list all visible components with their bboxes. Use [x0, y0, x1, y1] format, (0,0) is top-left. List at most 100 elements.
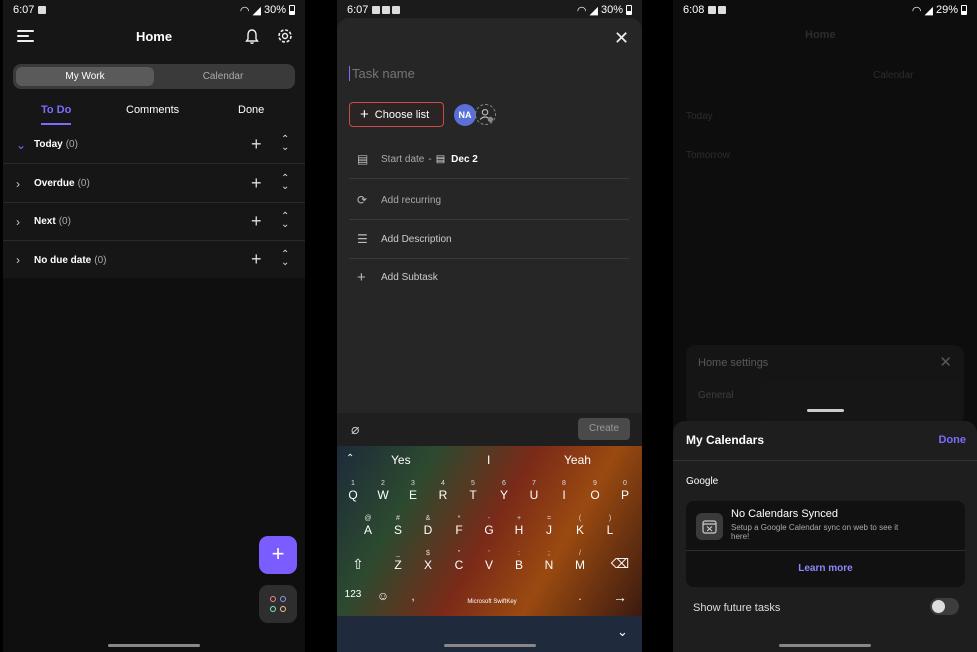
backspace-icon[interactable]: ⌫ — [605, 556, 635, 572]
key-o[interactable]: 9O — [580, 480, 610, 502]
key-l[interactable]: ) L — [595, 515, 625, 537]
key-d[interactable]: & D — [413, 515, 443, 537]
gesture-bar[interactable] — [779, 644, 871, 647]
section-overdue[interactable]: › Overdue (0) + ⌃ ⌄ — [3, 165, 305, 203]
key-g[interactable]: -G — [474, 515, 504, 537]
tab-comments[interactable]: Comments — [126, 104, 179, 116]
shift-icon[interactable]: ⇧ — [343, 556, 373, 573]
my-calendars-sheet: My Calendars Done Google No Calendars Sy… — [673, 421, 977, 652]
key-t[interactable]: 5T — [458, 480, 488, 502]
key-q[interactable]: 1Q — [338, 480, 368, 502]
chevron-down-icon[interactable]: ⌄ — [16, 138, 30, 152]
gesture-bar[interactable] — [108, 644, 200, 647]
battery-icon — [626, 5, 632, 15]
key-comma[interactable]: , — [398, 589, 428, 603]
key-u[interactable]: 7U — [519, 480, 549, 502]
enter-icon[interactable]: → — [605, 589, 635, 605]
repeat-icon: ⟳ — [357, 193, 368, 207]
key-p[interactable]: 0P — [610, 480, 640, 502]
key-y[interactable]: 6Y — [489, 480, 519, 502]
key-b[interactable]: :B — [504, 550, 534, 572]
drag-handle[interactable] — [807, 409, 844, 412]
key-m[interactable]: / M — [565, 550, 595, 572]
key-s[interactable]: # S — [383, 515, 413, 537]
task-name-input[interactable] — [349, 66, 589, 81]
show-future-toggle[interactable] — [930, 598, 959, 615]
key-k[interactable]: (K — [565, 515, 595, 537]
key-123[interactable]: 123 — [338, 589, 368, 600]
avatar[interactable]: NA — [454, 104, 476, 126]
section-next[interactable]: › Next (0) + ⌃ ⌄ — [3, 203, 305, 241]
add-description-row[interactable]: ☰ Add Description — [349, 220, 629, 259]
close-icon[interactable]: ✕ — [614, 28, 629, 49]
key-c[interactable]: " C — [444, 550, 474, 572]
bg-tab: Calendar — [873, 70, 914, 81]
section-label: Today — [34, 139, 63, 150]
add-assignee-icon[interactable] — [475, 104, 496, 125]
key-w[interactable]: 2W — [368, 480, 398, 502]
sort-icon[interactable]: ⌃ ⌄ — [281, 250, 289, 268]
key-row-4: 123 ☺ , Microsoft SwiftKey . → — [337, 589, 642, 617]
segment-calendar[interactable]: Calendar — [154, 67, 292, 86]
gear-icon[interactable] — [276, 27, 294, 45]
add-task-icon[interactable]: + — [251, 211, 262, 232]
choose-list-button[interactable]: + Choose list — [349, 102, 444, 127]
choose-list-label: Choose list — [374, 108, 430, 121]
chevron-right-icon[interactable]: › — [16, 215, 30, 229]
sheet-title: My Calendars — [686, 433, 765, 447]
create-button[interactable]: Create — [578, 418, 630, 440]
key-r[interactable]: 4R — [428, 480, 458, 502]
close-icon[interactable]: ✕ — [939, 353, 952, 371]
key-n[interactable]: ; N — [534, 550, 564, 572]
section-label: Next — [34, 216, 56, 227]
add-subtask-row[interactable]: + Add Subtask — [349, 258, 629, 297]
key-x[interactable]: $ X — [413, 550, 443, 572]
key-z[interactable]: _ Z — [383, 550, 413, 572]
suggestion-item[interactable]: Yeah — [564, 453, 591, 467]
app-header: Home — [3, 26, 305, 48]
hide-keyboard-icon[interactable]: ⌄ — [617, 624, 628, 640]
sort-icon[interactable]: ⌃ ⌄ — [281, 135, 289, 153]
section-no-due-date[interactable]: › No due date (0) + ⌃ ⌄ — [3, 241, 305, 279]
sort-icon[interactable]: ⌃ ⌄ — [281, 212, 289, 230]
sort-icon[interactable]: ⌃ ⌄ — [281, 174, 289, 192]
key-e[interactable]: 3E — [398, 480, 428, 502]
add-task-icon[interactable]: + — [251, 173, 262, 194]
section-today[interactable]: ⌄ Today (0) + ⌃ ⌄ — [3, 126, 305, 164]
key-a[interactable]: @ A — [353, 515, 383, 537]
battery-level: 30% — [263, 4, 286, 16]
chevron-right-icon[interactable]: › — [16, 253, 30, 267]
chevron-right-icon[interactable]: › — [16, 177, 30, 191]
suggestion-bar: ⌃ Yes I Yeah — [337, 446, 642, 474]
add-task-icon[interactable]: + — [251, 134, 262, 155]
key-j[interactable]: = J — [534, 515, 564, 537]
key-row-2: @ A # S & D * F -G + H = J (K ) L — [337, 515, 642, 543]
suggestion-item[interactable]: Yes — [391, 453, 411, 467]
paperclip-icon[interactable]: ⌀ — [351, 421, 359, 438]
calendar-icon: ▤ — [357, 152, 369, 166]
add-task-icon[interactable]: + — [251, 249, 262, 270]
apps-button[interactable] — [259, 585, 297, 623]
start-date-row[interactable]: ▤ Start date - ▤ Dec 2 — [349, 140, 629, 179]
expand-icon[interactable]: ⌃ — [346, 453, 354, 464]
tab-to-do[interactable]: To Do — [41, 104, 71, 116]
bell-icon[interactable] — [244, 28, 260, 45]
provider-label: Google — [686, 476, 719, 487]
suggestion-item[interactable]: I — [487, 453, 490, 467]
key-i[interactable]: 8I — [549, 480, 579, 502]
add-recurring-row[interactable]: ⟳ Add recurring — [349, 181, 629, 220]
key-f[interactable]: * F — [444, 515, 474, 537]
gesture-bar[interactable] — [443, 644, 536, 647]
learn-more-link[interactable]: Learn more — [686, 563, 965, 574]
add-task-fab[interactable]: + — [259, 536, 297, 574]
space-bar[interactable]: Microsoft SwiftKey — [437, 599, 547, 605]
emoji-icon[interactable]: ☺ — [368, 589, 398, 603]
segment-my-work[interactable]: My Work — [16, 67, 154, 86]
tab-done[interactable]: Done — [238, 104, 264, 116]
key-period[interactable]: . — [565, 589, 595, 603]
key-h[interactable]: + H — [504, 515, 534, 537]
onscreen-keyboard: ⌃ Yes I Yeah 1Q 2W 3E 4R 5T 6Y 7U 8I 9O … — [337, 446, 642, 616]
key-v[interactable]: ' V — [474, 550, 504, 572]
done-button[interactable]: Done — [939, 434, 967, 446]
section-count: (0) — [65, 139, 78, 150]
